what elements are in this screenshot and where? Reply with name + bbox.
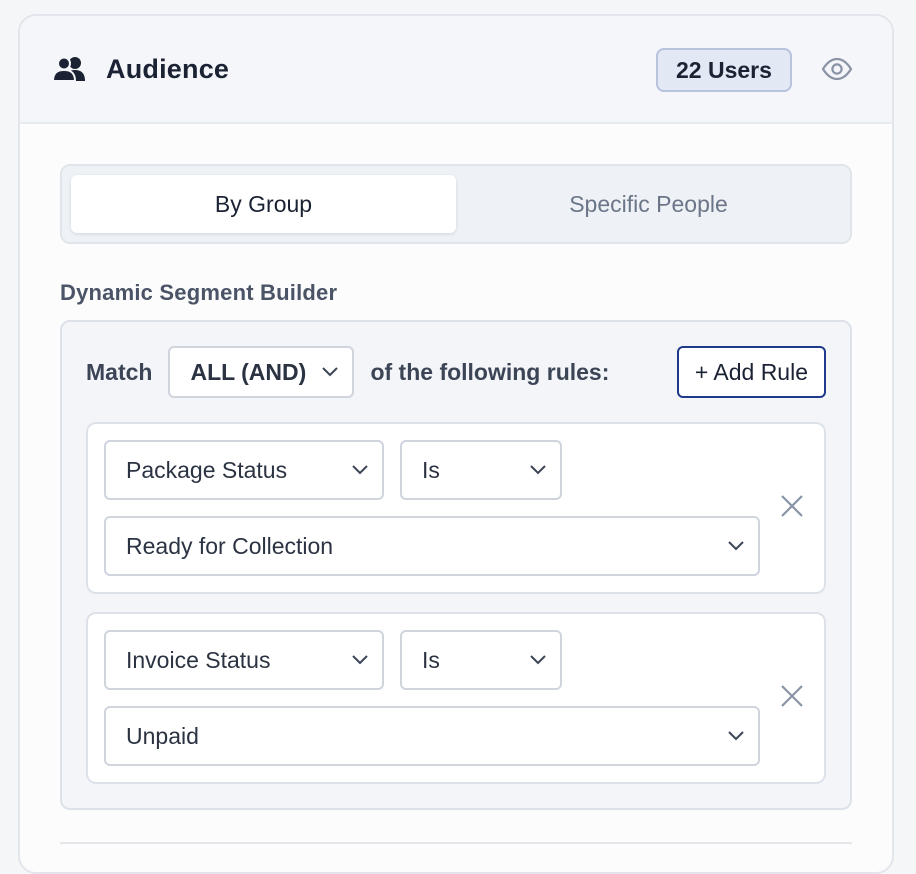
users-count-badge: 22 Users <box>656 48 792 92</box>
users-icon <box>52 55 90 83</box>
close-icon[interactable] <box>778 492 806 520</box>
chevron-down-icon <box>728 541 744 551</box>
chevron-down-icon <box>530 465 546 475</box>
rule-value: Ready for Collection <box>126 532 334 559</box>
match-prefix: Match <box>86 358 153 385</box>
rule-operator-value: Is <box>422 646 440 673</box>
audience-mode-toggle: By Group Specific People <box>60 164 852 244</box>
tab-specific-people[interactable]: Specific People <box>456 175 841 233</box>
chevron-down-icon <box>352 655 368 665</box>
close-icon[interactable] <box>778 682 806 710</box>
rule-value-select[interactable]: Unpaid <box>104 706 760 766</box>
chevron-down-icon <box>728 731 744 741</box>
card-body: By Group Specific People Dynamic Segment… <box>20 164 892 810</box>
add-rule-button[interactable]: + Add Rule <box>676 346 826 398</box>
chevron-down-icon <box>352 465 368 475</box>
rule-operator-value: Is <box>422 456 440 483</box>
eye-icon[interactable] <box>820 54 854 84</box>
rule-field-select[interactable]: Package Status <box>104 440 384 500</box>
section-label: Dynamic Segment Builder <box>60 280 338 305</box>
rule-operator-select[interactable]: Is <box>400 630 562 690</box>
rule-field-value: Invoice Status <box>126 646 271 673</box>
rule-field-value: Package Status <box>126 456 288 483</box>
match-mode-value: ALL (AND) <box>190 358 307 385</box>
rule-row: Invoice Status Is <box>104 630 808 690</box>
segment-builder: Match ALL (AND) of the following rules: … <box>60 320 852 810</box>
page-title: Audience <box>106 53 230 84</box>
rule-card: Package Status Is Ready for Collection <box>86 422 826 594</box>
rule-card: Invoice Status Is Unpaid <box>86 612 826 784</box>
match-suffix: of the following rules: <box>370 358 610 385</box>
card-header: Audience 22 Users <box>20 16 892 124</box>
rule-row: Package Status Is <box>104 440 808 500</box>
rule-value: Unpaid <box>126 722 199 749</box>
match-row: Match ALL (AND) of the following rules: … <box>86 346 826 398</box>
rule-field-select[interactable]: Invoice Status <box>104 630 384 690</box>
chevron-down-icon <box>530 655 546 665</box>
rule-operator-select[interactable]: Is <box>400 440 562 500</box>
audience-card: Audience 22 Users By Group Specific Peop… <box>18 14 894 874</box>
rule-value-select[interactable]: Ready for Collection <box>104 516 760 576</box>
chevron-down-icon <box>322 367 339 377</box>
tab-by-group[interactable]: By Group <box>71 175 456 233</box>
match-mode-select[interactable]: ALL (AND) <box>168 346 355 398</box>
